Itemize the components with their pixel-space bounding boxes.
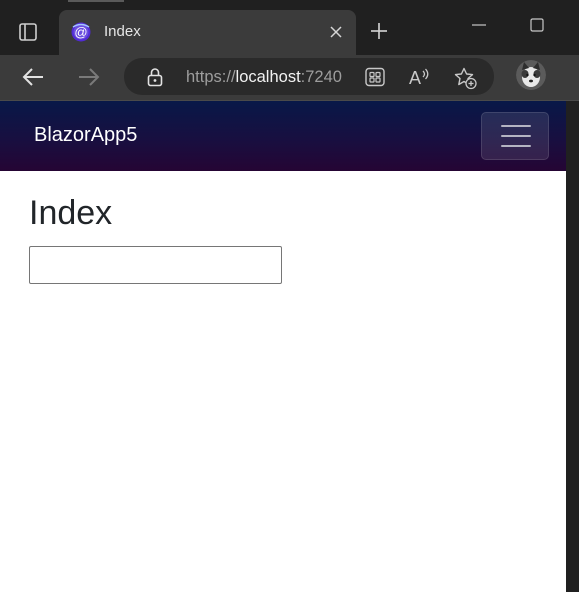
tab-strip: @ Index — [0, 0, 579, 55]
tab-index[interactable]: @ Index — [59, 10, 356, 55]
page-title: Index — [29, 194, 113, 232]
back-arrow-icon[interactable] — [20, 65, 46, 89]
navbar-toggle-button[interactable] — [481, 112, 549, 160]
app-available-icon[interactable] — [364, 67, 386, 87]
browser-toolbar: https://localhost:7240 A — [0, 55, 579, 100]
forward-arrow-icon[interactable] — [76, 65, 102, 89]
url-text[interactable]: https://localhost:7240 — [186, 68, 342, 87]
tab-actions-icon — [19, 23, 37, 41]
tab-strip-accent — [68, 0, 124, 2]
add-favorite-icon[interactable] — [453, 66, 477, 90]
minimize-window-icon[interactable] — [470, 20, 488, 30]
url-host: localhost — [235, 68, 301, 86]
profile-avatar-icon[interactable] — [516, 60, 546, 90]
hamburger-icon-bar-bottom — [501, 145, 531, 147]
address-bar[interactable]: https://localhost:7240 A — [124, 58, 494, 95]
page-viewport: BlazorApp5 Index — [0, 101, 566, 592]
blazor-icon: @ — [71, 22, 91, 42]
hamburger-icon-bar-middle — [501, 135, 531, 137]
lock-icon[interactable] — [146, 67, 164, 87]
read-aloud-icon[interactable]: A — [408, 66, 432, 88]
window-edge — [566, 101, 579, 592]
svg-text:@: @ — [74, 25, 87, 40]
new-tab-icon[interactable] — [367, 19, 391, 43]
tab-title: Index — [104, 23, 141, 40]
maximize-window-icon[interactable] — [529, 17, 545, 33]
url-scheme: https:// — [186, 68, 236, 86]
svg-text:A: A — [409, 68, 421, 88]
url-port: :7240 — [300, 68, 342, 86]
hamburger-icon-bar-top — [501, 125, 531, 127]
close-tab-icon[interactable] — [327, 23, 345, 41]
navbar-brand[interactable]: BlazorApp5 — [34, 124, 137, 147]
tab-actions-button[interactable] — [10, 16, 46, 48]
app-navbar: BlazorApp5 — [0, 101, 566, 171]
text-input[interactable] — [29, 246, 282, 284]
